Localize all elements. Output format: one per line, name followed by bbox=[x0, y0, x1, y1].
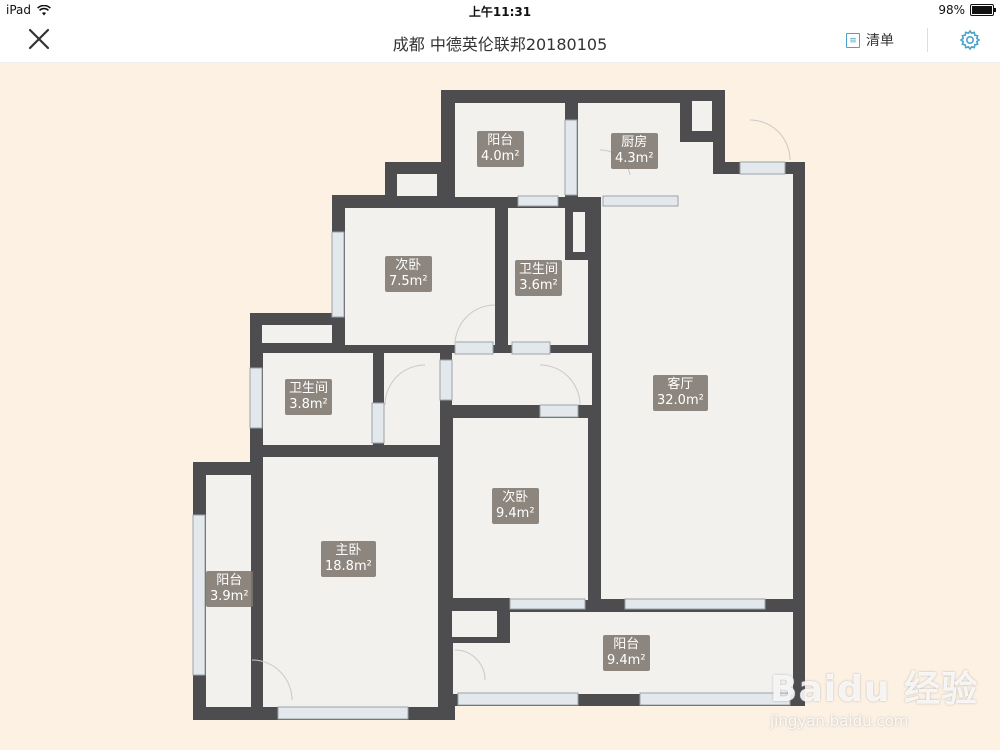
room-label-balcony-north[interactable]: 阳台 4.0m² bbox=[477, 131, 524, 167]
room-area: 4.3m² bbox=[615, 151, 654, 166]
room-area: 9.4m² bbox=[607, 653, 646, 668]
watermark-logo: Baidu 经验 bbox=[770, 669, 979, 710]
room-name: 主卧 bbox=[335, 543, 362, 558]
watermark-url: jingyan.baidu.com bbox=[770, 712, 909, 730]
room-name: 阳台 bbox=[487, 133, 514, 148]
room-label-kitchen[interactable]: 厨房 4.3m² bbox=[611, 133, 658, 169]
room-label-bedroom-second-top[interactable]: 次卧 7.5m² bbox=[385, 256, 432, 292]
room-area: 3.8m² bbox=[289, 397, 328, 412]
room-name: 次卧 bbox=[395, 258, 422, 273]
room-area: 7.5m² bbox=[389, 274, 428, 289]
room-area: 9.4m² bbox=[496, 506, 535, 521]
room-name: 卫生间 bbox=[519, 262, 559, 277]
room-label-bathroom-left[interactable]: 卫生间 3.8m² bbox=[285, 379, 333, 415]
room-name: 次卧 bbox=[502, 490, 529, 505]
room-area: 32.0m² bbox=[657, 393, 704, 408]
room-label-balcony-west[interactable]: 阳台 3.9m² bbox=[206, 571, 253, 607]
baidu-watermark: Baidu 经验 jingyan.baidu.com bbox=[770, 640, 990, 740]
room-label-bathroom-top[interactable]: 卫生间 3.6m² bbox=[515, 260, 563, 296]
room-area: 3.9m² bbox=[210, 589, 249, 604]
room-name: 阳台 bbox=[613, 637, 640, 652]
room-name: 厨房 bbox=[621, 135, 648, 150]
room-label-master-bedroom[interactable]: 主卧 18.8m² bbox=[321, 541, 376, 577]
room-label-living-room[interactable]: 客厅 32.0m² bbox=[653, 375, 708, 411]
room-area: 4.0m² bbox=[481, 149, 520, 164]
floor-plan bbox=[192, 90, 805, 720]
room-area: 18.8m² bbox=[325, 559, 372, 574]
room-label-bedroom-second-mid[interactable]: 次卧 9.4m² bbox=[492, 488, 539, 524]
room-name: 卫生间 bbox=[289, 381, 329, 396]
room-name: 客厅 bbox=[667, 377, 694, 392]
room-label-balcony-south[interactable]: 阳台 9.4m² bbox=[603, 635, 650, 671]
room-name: 阳台 bbox=[216, 573, 243, 588]
room-area: 3.6m² bbox=[519, 278, 558, 293]
